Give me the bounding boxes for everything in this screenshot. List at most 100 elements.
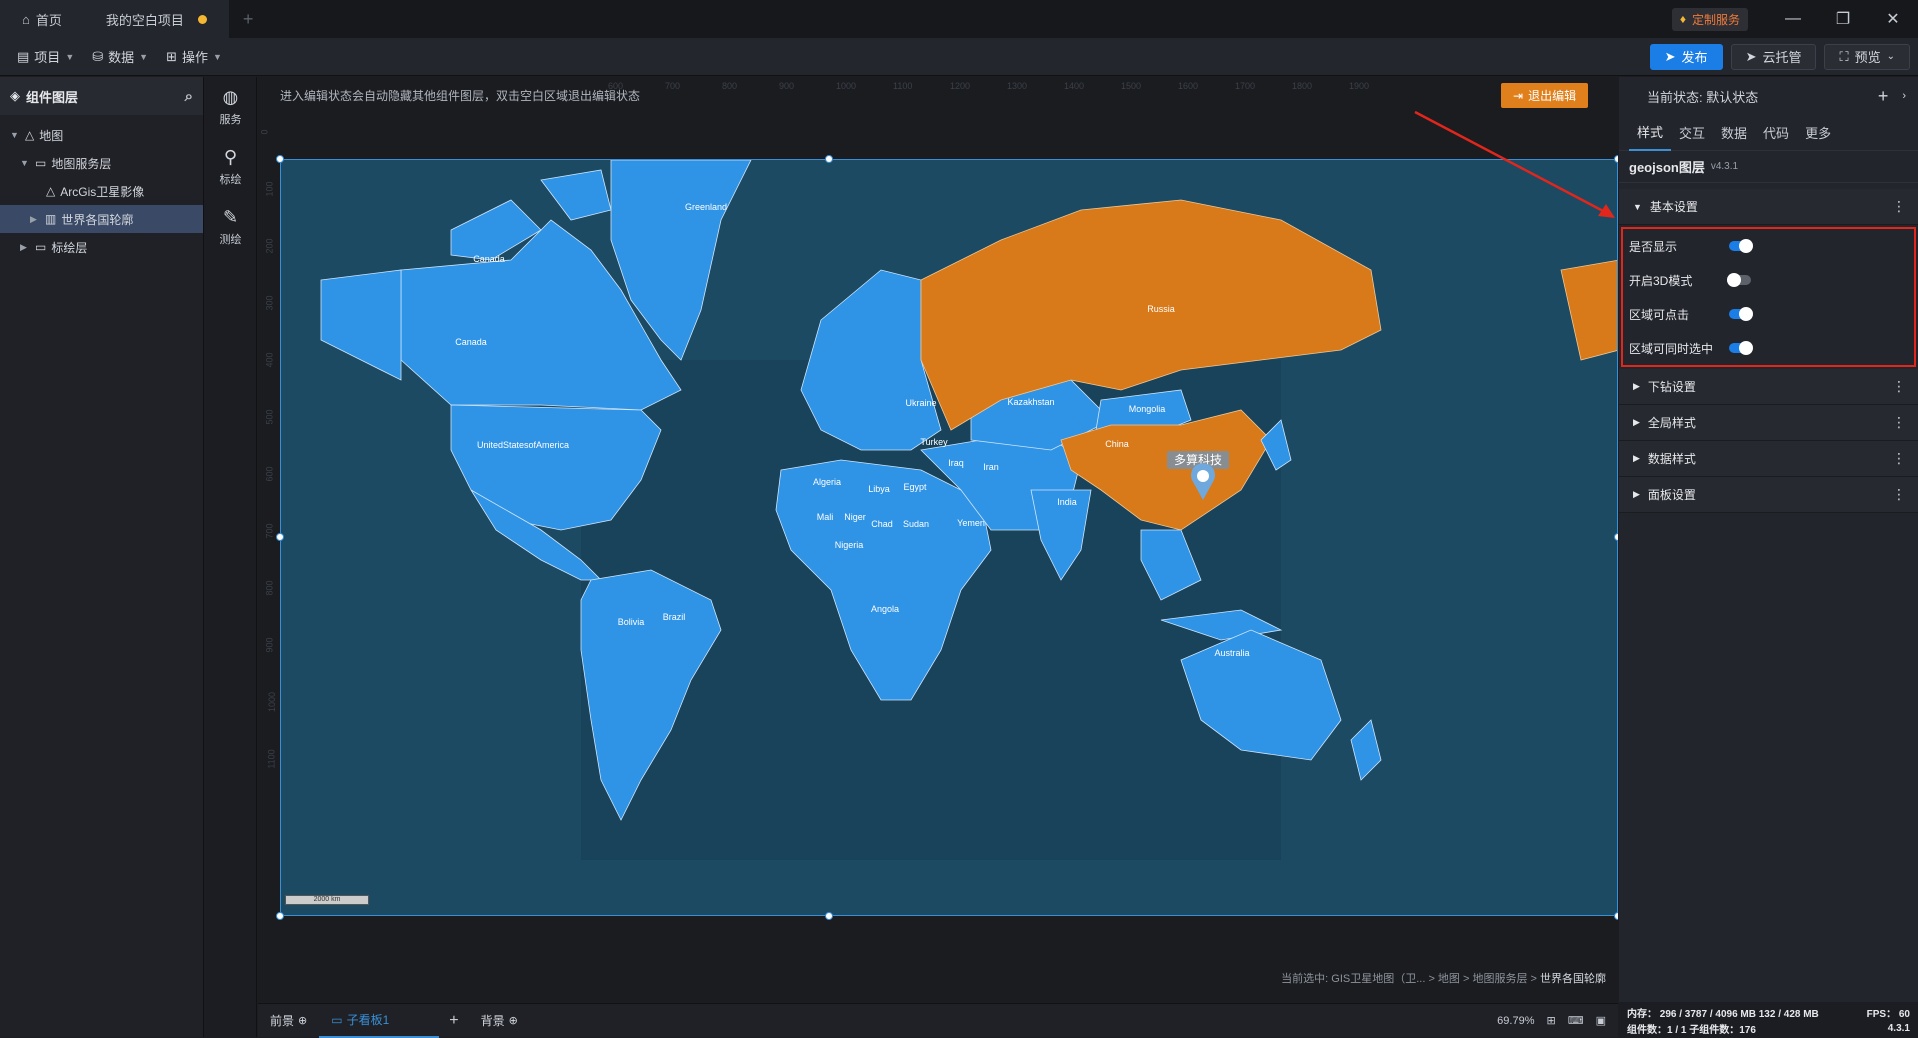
more-vert-icon[interactable]: ⋮ bbox=[1892, 450, 1906, 467]
terminal-icon[interactable]: ▣ bbox=[1596, 1014, 1606, 1027]
preview-button[interactable]: ⛶ 预览 ⌄ bbox=[1824, 43, 1910, 70]
menu-label: 项目 bbox=[34, 50, 61, 65]
scene-foreground[interactable]: 前景 ⊕ bbox=[258, 1004, 319, 1038]
search-icon[interactable]: ⌕ bbox=[185, 88, 193, 105]
map-label: Sudan bbox=[903, 519, 929, 529]
scene-background[interactable]: 背景 ⊕ bbox=[469, 1004, 530, 1038]
resize-handle-bottom-right[interactable] bbox=[1614, 912, 1618, 920]
more-vert-icon[interactable]: ⋮ bbox=[1892, 486, 1906, 503]
chevron-down-icon: ▼ bbox=[65, 51, 75, 62]
fps-counter: FPS： 60 bbox=[1866, 1008, 1910, 1020]
ruler-left: 0 100 200 300 400 500 600 700 800 900 1000 1100 bbox=[259, 117, 278, 997]
strip-measure[interactable]: ✎ 测绘 bbox=[205, 197, 256, 257]
tree-item-world-outline[interactable]: ▶ ▥ 世界各国轮廓 bbox=[0, 205, 203, 233]
setting-visible: 是否显示 bbox=[1623, 229, 1914, 263]
resize-handle-left[interactable] bbox=[276, 533, 284, 541]
resize-handle-bottom[interactable] bbox=[825, 912, 833, 920]
map-icon: ▥ bbox=[45, 212, 57, 226]
editor-canvas[interactable]: 600 700 800 900 1000 1100 1200 1300 1400 1500 1600… bbox=[258, 77, 1618, 1002]
scale-bar: 2000 km bbox=[285, 895, 369, 905]
map-label: Egypt bbox=[903, 482, 927, 492]
map-label: Niger bbox=[844, 512, 866, 522]
menu-data[interactable]: ⛁ 数据 ▼ bbox=[83, 47, 157, 66]
breadcrumb: 当前选中: GIS卫星地图（卫... > 地图 > 地图服务层 > 世界各国轮廓 bbox=[1281, 970, 1606, 986]
add-tab-button[interactable]: + bbox=[229, 0, 268, 38]
add-scene-button[interactable]: + bbox=[439, 1012, 468, 1030]
toggle-switch[interactable] bbox=[1729, 341, 1753, 355]
add-circle-icon[interactable]: ⊕ bbox=[509, 1014, 518, 1027]
scene-subboard[interactable]: ▭ 子看板1 bbox=[319, 1004, 440, 1038]
tab-project[interactable]: 我的空白项目 bbox=[83, 0, 229, 38]
section-label: 面板设置 bbox=[1647, 488, 1696, 502]
zoom-level[interactable]: 69.79% bbox=[1497, 1015, 1534, 1027]
close-icon[interactable]: ✕ bbox=[1868, 0, 1918, 38]
panel-title: 组件图层 bbox=[26, 89, 79, 105]
menu-project[interactable]: ▤ 项目 ▼ bbox=[8, 47, 83, 66]
tree-item-arcgis[interactable]: △ ArcGis卫星影像 bbox=[0, 177, 203, 205]
section-basic[interactable]: ▼ 基本设置 ⋮ bbox=[1619, 189, 1918, 225]
tree-item-plot-layer[interactable]: ▶ ▭ 标绘层 bbox=[0, 233, 203, 261]
tree-item-map[interactable]: ▼ △ 地图 bbox=[0, 121, 203, 149]
ruler-tick-label: 1000 bbox=[267, 691, 278, 713]
add-state-button[interactable]: + bbox=[1878, 86, 1889, 107]
exit-edit-button[interactable]: ⇥ 退出编辑 bbox=[1501, 83, 1589, 108]
map-label: Mongolia bbox=[1129, 404, 1166, 414]
ruler-tick-label: 0 bbox=[259, 129, 270, 135]
resize-handle-top-left[interactable] bbox=[276, 155, 284, 163]
setting-label: 开启3D模式 bbox=[1629, 273, 1693, 288]
tab-label: 交互 bbox=[1679, 126, 1706, 141]
menu-label: 操作 bbox=[181, 50, 208, 65]
resize-handle-bottom-left[interactable] bbox=[276, 912, 284, 920]
minimize-icon[interactable]: — bbox=[1768, 0, 1818, 38]
state-label: 当前状态: 默认状态 bbox=[1647, 89, 1759, 105]
section-panel-settings[interactable]: ▶ 面板设置 ⋮ bbox=[1619, 477, 1918, 513]
map-view[interactable]: Greenland Canada Canada UnitedStatesofAmeri… bbox=[280, 159, 1618, 916]
tab-interaction[interactable]: 交互 bbox=[1671, 115, 1713, 151]
tab-style[interactable]: 样式 bbox=[1629, 115, 1672, 151]
fullscreen-icon: ⛶ bbox=[1839, 48, 1849, 64]
strip-plot[interactable]: ⚲ 标绘 bbox=[205, 137, 256, 197]
resize-handle-top-right[interactable] bbox=[1614, 155, 1618, 163]
tree-label: 标绘层 bbox=[51, 240, 88, 255]
tab-code[interactable]: 代码 bbox=[1755, 115, 1797, 151]
resize-handle-top[interactable] bbox=[825, 155, 833, 163]
more-vert-icon[interactable]: ⋮ bbox=[1892, 378, 1906, 395]
resize-handle-right[interactable] bbox=[1614, 533, 1618, 541]
custom-service-badge[interactable]: ♦ 定制服务 bbox=[1671, 7, 1748, 31]
section-drilldown[interactable]: ▶ 下钻设置 ⋮ bbox=[1619, 369, 1918, 405]
setting-clickable: 区域可点击 bbox=[1623, 297, 1914, 331]
map-label: Angola bbox=[871, 604, 899, 614]
add-circle-icon[interactable]: ⊕ bbox=[298, 1014, 307, 1027]
tab-data[interactable]: 数据 bbox=[1713, 115, 1755, 151]
tab-label: 数据 bbox=[1721, 126, 1748, 141]
tab-label: 代码 bbox=[1763, 126, 1790, 141]
map-label: Mali bbox=[817, 512, 834, 522]
tab-label: 首页 bbox=[35, 12, 62, 28]
ruler-tick-label: 1800 bbox=[1292, 81, 1313, 91]
tab-home[interactable]: ⌂ 首页 bbox=[0, 0, 84, 38]
ruler-tick-label: 800 bbox=[264, 580, 275, 596]
title-bar: ⌂ 首页 我的空白项目 + ♦ 定制服务 — ❐ ✕ bbox=[0, 0, 1918, 38]
map-label: Chad bbox=[871, 519, 893, 529]
strip-service[interactable]: ◍ 服务 bbox=[205, 77, 256, 137]
map-label: Iran bbox=[983, 462, 999, 472]
cloud-hosting-button[interactable]: ➤ 云托管 bbox=[1730, 43, 1817, 70]
restore-icon[interactable]: ❐ bbox=[1818, 0, 1868, 38]
chevron-right-icon[interactable]: › bbox=[1902, 90, 1906, 102]
current-state: 当前状态: 默认状态 + › bbox=[1619, 77, 1918, 115]
section-global-style[interactable]: ▶ 全局样式 ⋮ bbox=[1619, 405, 1918, 441]
tab-more[interactable]: 更多 bbox=[1797, 115, 1839, 151]
keyboard-icon[interactable]: ⌨ bbox=[1568, 1014, 1584, 1027]
more-vert-icon[interactable]: ⋮ bbox=[1892, 198, 1906, 215]
more-vert-icon[interactable]: ⋮ bbox=[1892, 414, 1906, 431]
toggle-switch[interactable] bbox=[1727, 273, 1751, 287]
fit-screen-icon[interactable]: ⊞ bbox=[1546, 1014, 1555, 1027]
basic-settings-highlight: 是否显示 开启3D模式 区域可点击 区域可同时选中 bbox=[1621, 227, 1916, 367]
toggle-switch[interactable] bbox=[1729, 307, 1753, 321]
toggle-switch[interactable] bbox=[1729, 239, 1753, 253]
tree-item-service-layer[interactable]: ▼ ▭ 地图服务层 bbox=[0, 149, 203, 177]
world-map[interactable]: Greenland Canada Canada UnitedStatesofAmeri… bbox=[281, 160, 1618, 916]
menu-operate[interactable]: ⊞ 操作 ▼ bbox=[157, 47, 231, 66]
section-data-style[interactable]: ▶ 数据样式 ⋮ bbox=[1619, 441, 1918, 477]
publish-button[interactable]: ➤ 发布 bbox=[1649, 43, 1723, 70]
